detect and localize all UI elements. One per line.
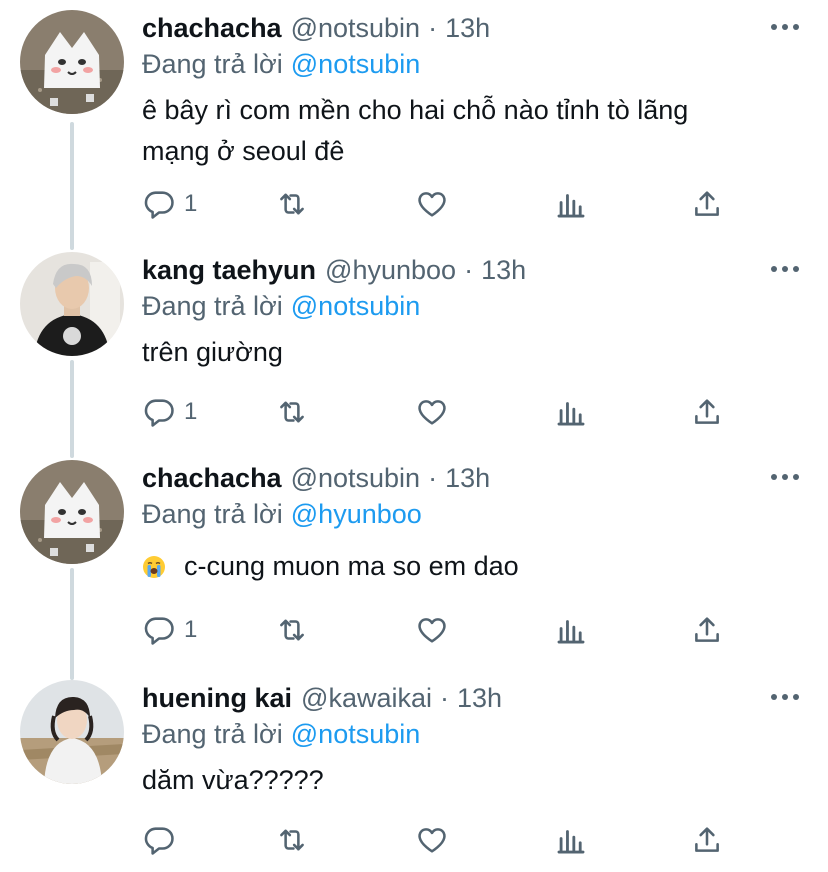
reply-button[interactable]: 1 xyxy=(142,610,197,650)
display-name[interactable]: chachacha xyxy=(142,463,282,494)
reply-count: 1 xyxy=(184,616,198,643)
loudly-crying-face-emoji xyxy=(143,555,165,578)
reply-button[interactable]: 1 xyxy=(142,184,197,224)
heart-icon xyxy=(418,618,446,643)
like-button[interactable] xyxy=(415,610,449,650)
heart-icon xyxy=(418,192,446,217)
reply-button[interactable] xyxy=(142,820,184,860)
separator-dot: · xyxy=(439,682,449,713)
like-button[interactable] xyxy=(415,820,449,860)
tweet-text: c-cung muon ma so em dao xyxy=(142,546,808,587)
share-icon xyxy=(695,399,719,424)
tweet-text-line: ê bây rì com mền cho hai chỗ nào tỉnh tò… xyxy=(142,95,689,125)
timestamp[interactable]: 13h xyxy=(445,13,490,44)
share-button[interactable] xyxy=(690,610,724,650)
like-button[interactable] xyxy=(415,184,449,224)
share-button[interactable] xyxy=(690,184,724,224)
cartoon-cat-in-sand-avatar xyxy=(20,10,124,114)
tweet-text: dăm vừa????? xyxy=(142,765,324,795)
more-options-icon[interactable] xyxy=(770,254,800,284)
tweet-text-line: c-cung muon ma so em dao xyxy=(184,551,519,581)
share-button[interactable] xyxy=(690,392,724,432)
user-handle[interactable]: @kawaikai xyxy=(301,683,432,714)
replying-label: Đang trả lời xyxy=(142,718,283,749)
bar-chart-icon xyxy=(557,830,585,854)
bar-chart-icon xyxy=(557,402,585,426)
share-icon xyxy=(695,191,719,216)
replying-label: Đang trả lời xyxy=(142,48,283,79)
more-options-icon[interactable] xyxy=(770,12,800,42)
analytics-button[interactable] xyxy=(554,610,588,650)
retweet-icon xyxy=(280,401,304,423)
thread-line xyxy=(70,122,74,250)
retweet-button[interactable] xyxy=(275,392,309,432)
tweet-text: ê bây rì com mền cho hai chỗ nào tỉnh tò… xyxy=(142,90,808,172)
display-name[interactable]: chachacha xyxy=(142,13,282,44)
reply-icon xyxy=(144,191,174,219)
thread-line xyxy=(70,360,74,458)
replying-label: Đang trả lời xyxy=(142,498,283,529)
replying-mention-link[interactable]: @notsubin xyxy=(291,719,421,750)
reply-icon xyxy=(144,399,174,427)
retweet-button[interactable] xyxy=(275,184,309,224)
thread-line xyxy=(70,568,74,680)
share-icon xyxy=(695,617,719,642)
share-button[interactable] xyxy=(690,820,724,860)
avatar[interactable] xyxy=(20,680,124,784)
heart-icon xyxy=(418,400,446,425)
avatar[interactable] xyxy=(20,10,124,114)
reply-count: 1 xyxy=(184,398,198,425)
reply-icon xyxy=(144,617,174,645)
more-options-icon[interactable] xyxy=(770,682,800,712)
reply-count: 1 xyxy=(184,190,198,217)
separator-dot: · xyxy=(428,12,438,43)
retweet-button[interactable] xyxy=(275,820,309,860)
retweet-icon xyxy=(280,193,304,215)
replying-mention-link[interactable]: @hyunboo xyxy=(291,499,422,530)
retweet-icon xyxy=(280,829,304,851)
person-field-photo-avatar xyxy=(20,680,124,784)
avatar[interactable] xyxy=(20,252,124,356)
retweet-icon xyxy=(280,619,304,641)
heart-icon xyxy=(418,828,446,853)
tweet-text-line: mạng ở seoul đê xyxy=(142,136,345,166)
person-hoodie-photo-avatar xyxy=(20,252,124,356)
user-handle[interactable]: @hyunboo xyxy=(325,255,456,286)
replying-mention-link[interactable]: @notsubin xyxy=(291,291,421,322)
avatar[interactable] xyxy=(20,460,124,564)
cartoon-cat-in-sand-avatar xyxy=(20,460,124,564)
timestamp[interactable]: 13h xyxy=(457,683,502,714)
display-name[interactable]: huening kai xyxy=(142,683,292,714)
timestamp[interactable]: 13h xyxy=(445,463,490,494)
replying-mention-link[interactable]: @notsubin xyxy=(291,49,421,80)
tweet-text: trên giường xyxy=(142,337,283,367)
reply-button[interactable]: 1 xyxy=(142,392,197,432)
analytics-button[interactable] xyxy=(554,392,588,432)
bar-chart-icon xyxy=(557,194,585,218)
like-button[interactable] xyxy=(415,392,449,432)
replying-label: Đang trả lời xyxy=(142,290,283,321)
reply-icon xyxy=(144,827,174,855)
bar-chart-icon xyxy=(557,620,585,644)
user-handle[interactable]: @notsubin xyxy=(291,13,421,44)
more-options-icon[interactable] xyxy=(770,462,800,492)
timestamp[interactable]: 13h xyxy=(481,255,526,286)
share-icon xyxy=(695,827,719,852)
retweet-button[interactable] xyxy=(275,610,309,650)
display-name[interactable]: kang taehyun xyxy=(142,255,316,286)
analytics-button[interactable] xyxy=(554,820,588,860)
separator-dot: · xyxy=(428,462,438,493)
user-handle[interactable]: @notsubin xyxy=(291,463,421,494)
analytics-button[interactable] xyxy=(554,184,588,224)
separator-dot: · xyxy=(464,254,474,285)
